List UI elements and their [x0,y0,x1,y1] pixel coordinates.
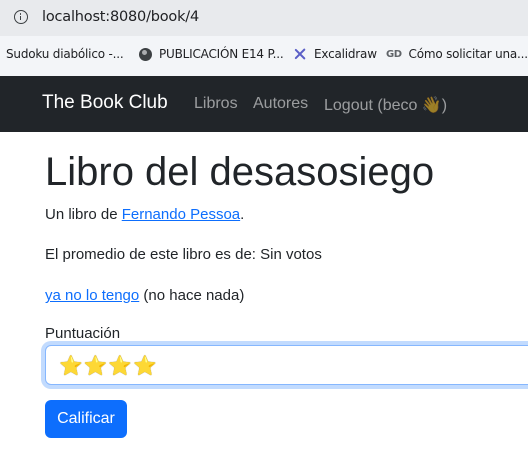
bookmark-publicacion[interactable]: PUBLICACIÓN E14 P... [139,47,284,61]
submit-rating-button[interactable]: Calificar [45,400,127,438]
author-line: Un libro de Fernando Pessoa. [45,206,244,223]
bookmark-sudoku[interactable]: Sudoku diabólico -... [6,47,124,61]
rating-selected-value: ⭐⭐⭐⭐ [59,354,158,377]
address-url[interactable]: localhost:8080/book/4 [42,9,199,25]
brand-link[interactable]: The Book Club [42,92,168,114]
globe-icon [139,47,152,61]
bookmark-label: Cómo solicitar una... [408,47,528,61]
nav-link-libros[interactable]: Libros [194,95,238,113]
dont-have-note: (no hace nada) [139,287,245,304]
site-info-icon[interactable] [14,10,28,24]
nav-link-logout[interactable]: Logout (beco 👋) [324,95,447,115]
book-title: Libro del desasosiego [45,150,435,194]
author-prefix: Un libro de [45,206,122,223]
ownership-line: ya no lo tengo (no hace nada) [45,287,244,304]
rating-label: Puntuación [45,325,121,342]
average-rating-text: El promedio de este libro es de: Sin vot… [45,246,322,263]
navbar: The Book Club Libros Autores Logout (bec… [0,76,528,132]
bookmark-label: Excalidraw [314,47,377,61]
bookmark-como-solicitar[interactable]: GD Cómo solicitar una... [386,47,528,61]
bookmark-label: Sudoku diabólico -... [6,47,124,61]
dont-have-link[interactable]: ya no lo tengo [45,287,139,304]
excalidraw-icon [293,47,307,61]
bookmark-label: PUBLICACIÓN E14 P... [159,47,284,61]
nav-link-autores[interactable]: Autores [253,95,308,113]
browser-address-bar[interactable]: localhost:8080/book/4 [0,0,528,36]
author-link[interactable]: Fernando Pessoa [122,206,240,223]
author-suffix: . [240,206,245,223]
bookmarks-bar: Sudoku diabólico -... PUBLICACIÓN E14 P.… [0,36,528,76]
rating-select[interactable]: ⭐⭐⭐⭐ [45,345,528,385]
gd-icon: GD [386,48,402,60]
bookmark-excalidraw[interactable]: Excalidraw [293,47,377,61]
